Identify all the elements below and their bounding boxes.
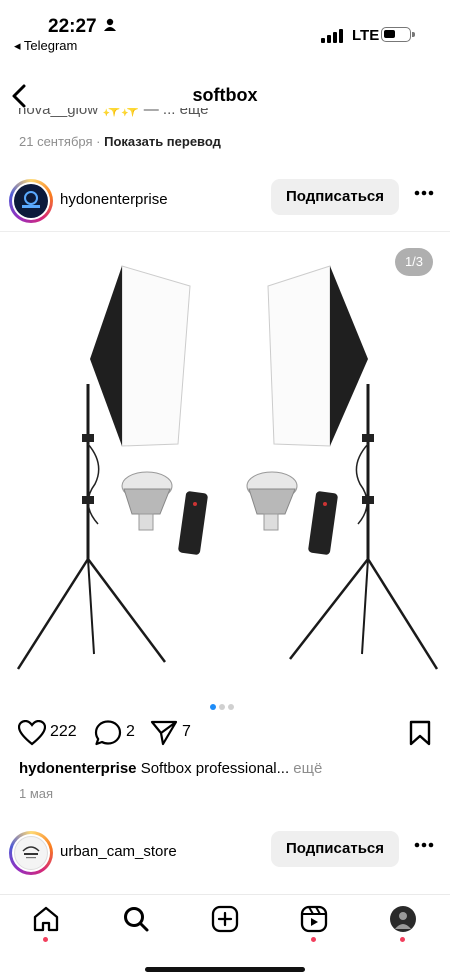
post-actions: 222 2 7 — [0, 716, 450, 750]
profile-avatar-icon — [390, 906, 416, 932]
follow-button[interactable]: Подписаться — [271, 179, 399, 215]
caption-text: Softbox professional... — [140, 760, 290, 777]
shares-count[interactable]: 7 — [182, 723, 191, 741]
divider — [0, 231, 450, 232]
create-icon — [211, 905, 239, 933]
post-username[interactable]: urban_cam_store — [60, 843, 177, 860]
follow-button[interactable]: Подписаться — [271, 831, 399, 867]
tab-reels[interactable] — [292, 901, 336, 942]
battery-icon — [381, 27, 415, 42]
carousel-dot-active — [210, 704, 216, 710]
post-photo[interactable] — [0, 234, 450, 684]
page-title: softbox — [192, 85, 258, 105]
more-options-icon[interactable] — [414, 842, 434, 848]
status-bar: 22:27 ◂ Telegram LTE — [0, 0, 450, 60]
store-logo-icon — [22, 846, 40, 859]
bottom-tab-bar — [0, 894, 450, 980]
post-header: urban_cam_store Подписаться — [0, 829, 450, 879]
network-type: LTE — [352, 27, 380, 44]
softbox-kit-image — [16, 265, 439, 670]
likes-count[interactable]: 222 — [50, 723, 77, 741]
caption-more-link[interactable]: ещё — [293, 760, 322, 777]
post-caption[interactable]: hydonenterprise Softbox professional... … — [19, 760, 322, 777]
post-username[interactable]: hydonenterprise — [60, 191, 168, 208]
previous-caption-clipped: nova__glow ✨✨ — ... еще — [18, 108, 209, 118]
more-options-icon[interactable] — [414, 190, 434, 196]
comments-count[interactable]: 2 — [126, 723, 135, 741]
notification-dot — [400, 937, 405, 942]
post-date: 1 мая — [19, 786, 54, 801]
tab-profile[interactable] — [381, 901, 425, 942]
show-translation-link[interactable]: Показать перевод — [104, 134, 221, 149]
carousel-dot — [219, 704, 225, 710]
share-icon[interactable] — [150, 720, 178, 746]
heart-icon[interactable] — [18, 720, 46, 746]
previous-post-date: 21 сентября — [19, 134, 93, 149]
search-icon — [124, 907, 149, 932]
notification-dot — [43, 937, 48, 942]
carousel-counter: 1/3 — [395, 248, 433, 276]
back-to-app-link[interactable]: ◂ Telegram — [14, 38, 77, 54]
brand-logo-icon — [22, 191, 40, 208]
tab-search[interactable] — [114, 901, 158, 941]
previous-post-meta: 21 сентября · Показать перевод — [19, 134, 221, 149]
person-icon — [104, 18, 116, 31]
carousel-dot — [228, 704, 234, 710]
home-icon — [33, 906, 59, 932]
tab-home[interactable] — [24, 901, 68, 942]
reels-icon — [300, 905, 328, 933]
avatar[interactable] — [9, 179, 53, 223]
avatar[interactable] — [9, 831, 53, 875]
caption-username[interactable]: hydonenterprise — [19, 760, 137, 777]
bookmark-icon[interactable] — [408, 720, 432, 746]
signal-icon — [321, 29, 343, 43]
notification-dot — [311, 937, 316, 942]
home-indicator — [145, 967, 305, 972]
comment-icon[interactable] — [94, 720, 122, 746]
tab-create[interactable] — [203, 901, 247, 941]
post-header: hydonenterprise Подписаться — [0, 177, 450, 227]
status-time: 22:27 — [48, 16, 97, 37]
carousel-indicator — [210, 697, 237, 715]
